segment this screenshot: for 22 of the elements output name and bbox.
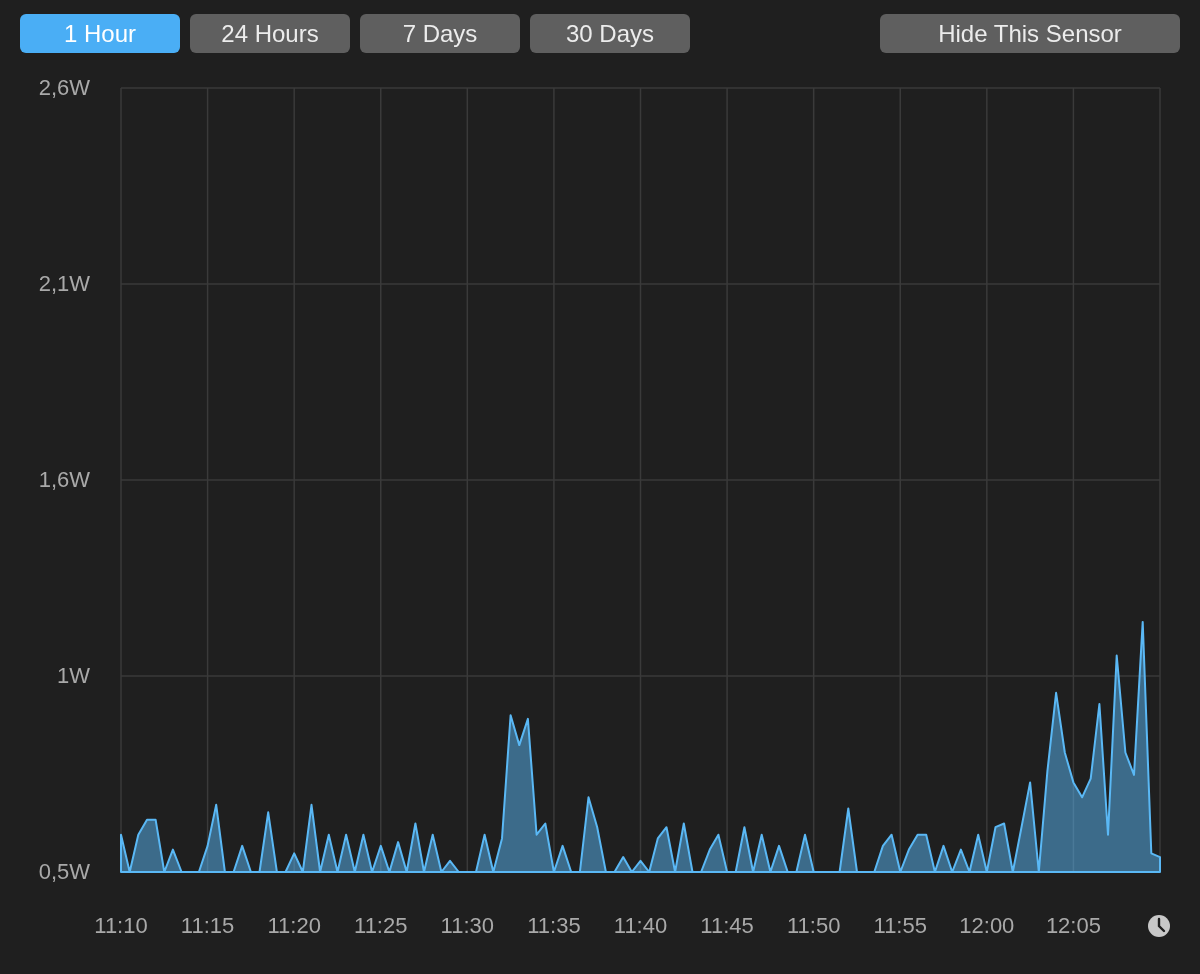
hide-sensor-button[interactable]: Hide This Sensor [880,14,1180,53]
x-axis-label: 11:55 [873,913,927,938]
range-tab[interactable]: 24 Hours [190,14,350,53]
range-tab[interactable]: 30 Days [530,14,690,53]
y-axis-label: 2,6W [38,75,90,100]
x-axis-label: 11:35 [527,913,581,938]
clock-icon[interactable] [1148,915,1170,937]
y-axis-label: 0,5W [38,859,90,884]
x-axis-label: 11:25 [354,913,408,938]
x-axis-label: 11:40 [613,913,668,938]
x-axis-label: 11:30 [440,913,495,938]
x-axis-label: 11:15 [180,913,235,938]
x-axis-label: 11:10 [94,913,148,938]
y-axis-label: 1,6W [38,467,90,492]
x-axis-label: 11:45 [700,913,754,938]
range-tab[interactable]: 7 Days [360,14,520,53]
x-axis-label: 12:05 [1045,913,1101,938]
x-axis-label: 11:20 [267,913,321,938]
x-axis-label: 11:50 [786,913,841,938]
y-axis-label: 2,1W [38,271,90,296]
y-axis-label: 1W [57,663,90,688]
x-axis-label: 12:00 [959,913,1015,938]
